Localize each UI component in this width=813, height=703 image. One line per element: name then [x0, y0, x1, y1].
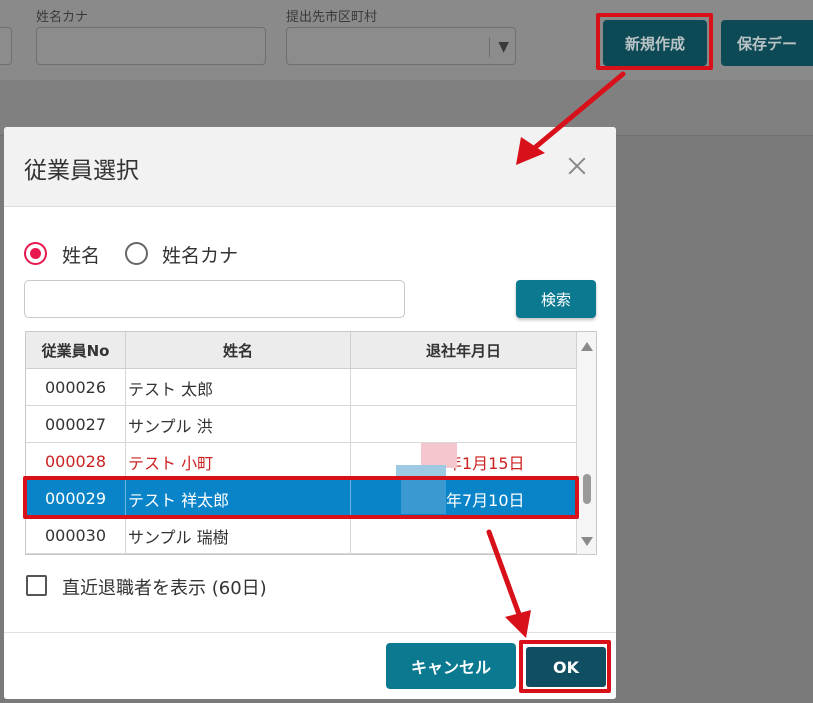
cell-leave-date [351, 369, 577, 406]
chevron-down-icon: ▼ [489, 37, 509, 57]
scroll-up-icon[interactable] [581, 342, 593, 351]
cell-leave-date: 年1月15日 [351, 443, 577, 480]
close-icon[interactable] [564, 153, 590, 179]
cell-no: 000027 [26, 406, 126, 443]
scroll-down-icon[interactable] [581, 537, 593, 546]
dialog-header: 従業員選択 [4, 127, 616, 207]
background-field-partial[interactable] [0, 27, 12, 65]
cell-no: 000026 [26, 369, 126, 406]
cell-leave-date [351, 406, 577, 443]
municipality-select[interactable]: ▼ [286, 27, 516, 65]
selected-row-highlight [23, 476, 579, 519]
grid-scrollbar[interactable] [577, 332, 596, 554]
employee-select-dialog: 従業員選択 姓名 姓名カナ 検索 従業員No 姓名 退社年月日 000026 テ… [4, 127, 616, 699]
cell-name: サンプル 瑞樹 [126, 517, 351, 554]
grid-header: 従業員No 姓名 退社年月日 [26, 332, 577, 369]
radio-name-label: 姓名 [62, 245, 101, 267]
ok-button-highlight [519, 640, 611, 693]
cell-name: サンプル 洪 [126, 406, 351, 443]
dialog-title: 従業員選択 [24, 158, 139, 184]
cancel-button[interactable]: キャンセル [386, 643, 516, 689]
radio-name[interactable] [24, 242, 47, 265]
cell-leave-date [351, 517, 577, 554]
radio-name-kana[interactable] [125, 242, 148, 265]
search-input[interactable] [24, 280, 405, 318]
table-row[interactable]: 000030 サンプル 瑞樹 [26, 517, 577, 554]
radio-name-kana-label: 姓名カナ [162, 245, 239, 267]
show-recent-retired-label: 直近退職者を表示 (60日) [62, 578, 267, 599]
column-header-leave-date[interactable]: 退社年月日 [351, 332, 577, 369]
leave-date-text: 年1月15日 [446, 453, 525, 473]
search-button[interactable]: 検索 [516, 280, 596, 318]
table-row[interactable]: 000027 サンプル 洪 [26, 406, 577, 443]
saved-data-button[interactable]: 保存デー [721, 20, 813, 66]
kana-field[interactable] [36, 27, 266, 65]
cell-name: テスト 小町 [126, 443, 351, 480]
table-row[interactable]: 000026 テスト 太郎 [26, 369, 577, 406]
column-header-no[interactable]: 従業員No [26, 332, 126, 369]
kana-field-label: 姓名カナ [36, 10, 89, 25]
cell-no: 000030 [26, 517, 126, 554]
employee-grid: 従業員No 姓名 退社年月日 000026 テスト 太郎 000027 サンプル… [25, 331, 597, 555]
municipality-field-label: 提出先市区町村 [286, 10, 378, 25]
cell-name: テスト 太郎 [126, 369, 351, 406]
cell-no: 000028 [26, 443, 126, 480]
column-header-name[interactable]: 姓名 [126, 332, 351, 369]
scroll-thumb[interactable] [583, 474, 591, 504]
table-row[interactable]: 000028 テスト 小町 年1月15日 [26, 443, 577, 480]
show-recent-retired-checkbox[interactable] [26, 575, 47, 596]
new-create-highlight [596, 13, 713, 70]
